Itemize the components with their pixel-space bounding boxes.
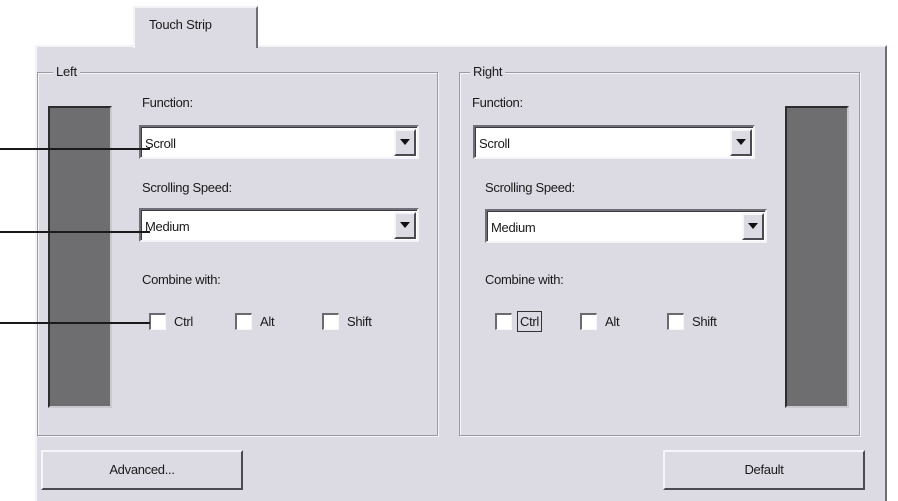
right-touch-strip [785, 106, 849, 408]
right-function-dropdown-button[interactable] [730, 129, 752, 156]
right-combine-label: Combine with: [485, 272, 564, 287]
right-alt-label: Alt [605, 314, 620, 329]
left-function-select[interactable]: Scroll [139, 125, 419, 159]
chevron-down-icon [748, 223, 758, 229]
left-speed-dropdown-button[interactable] [394, 212, 416, 239]
left-touch-strip [48, 106, 112, 408]
touch-strip-dialog: Touch Strip Left Function: Scroll Scroll… [0, 0, 898, 501]
right-function-value: Scroll [479, 136, 510, 151]
chevron-down-icon [736, 139, 746, 145]
right-shift-label: Shift [692, 314, 717, 329]
left-shift-label: Shift [347, 314, 372, 329]
callout-line-combine [0, 322, 150, 324]
left-group-title: Left [53, 64, 80, 79]
checkbox-square[interactable] [667, 313, 684, 330]
right-speed-select[interactable]: Medium [485, 209, 767, 243]
checkbox-square[interactable] [322, 313, 339, 330]
checkbox-square[interactable] [149, 313, 166, 330]
callout-line-speed [0, 231, 150, 233]
left-speed-value: Medium [145, 219, 190, 234]
left-alt-label: Alt [260, 314, 275, 329]
right-function-label: Function: [472, 95, 523, 110]
advanced-button[interactable]: Advanced... [41, 450, 243, 490]
right-group-title: Right [470, 64, 506, 79]
left-speed-label: Scrolling Speed: [142, 180, 232, 195]
chevron-down-icon [400, 139, 410, 145]
checkbox-square[interactable] [495, 313, 512, 330]
checkbox-square[interactable] [580, 313, 597, 330]
left-ctrl-label: Ctrl [174, 314, 194, 329]
left-function-label: Function: [142, 95, 193, 110]
right-ctrl-label: Ctrl [516, 311, 543, 332]
right-speed-dropdown-button[interactable] [742, 213, 764, 240]
left-function-dropdown-button[interactable] [394, 129, 416, 156]
default-button[interactable]: Default [663, 450, 865, 490]
right-function-select[interactable]: Scroll [473, 125, 755, 159]
chevron-down-icon [400, 222, 410, 228]
right-speed-label: Scrolling Speed: [485, 180, 575, 195]
checkbox-square[interactable] [235, 313, 252, 330]
left-speed-select[interactable]: Medium [139, 208, 419, 242]
left-combine-label: Combine with: [142, 272, 221, 287]
callout-line-function [0, 148, 150, 150]
right-speed-value: Medium [491, 220, 536, 235]
